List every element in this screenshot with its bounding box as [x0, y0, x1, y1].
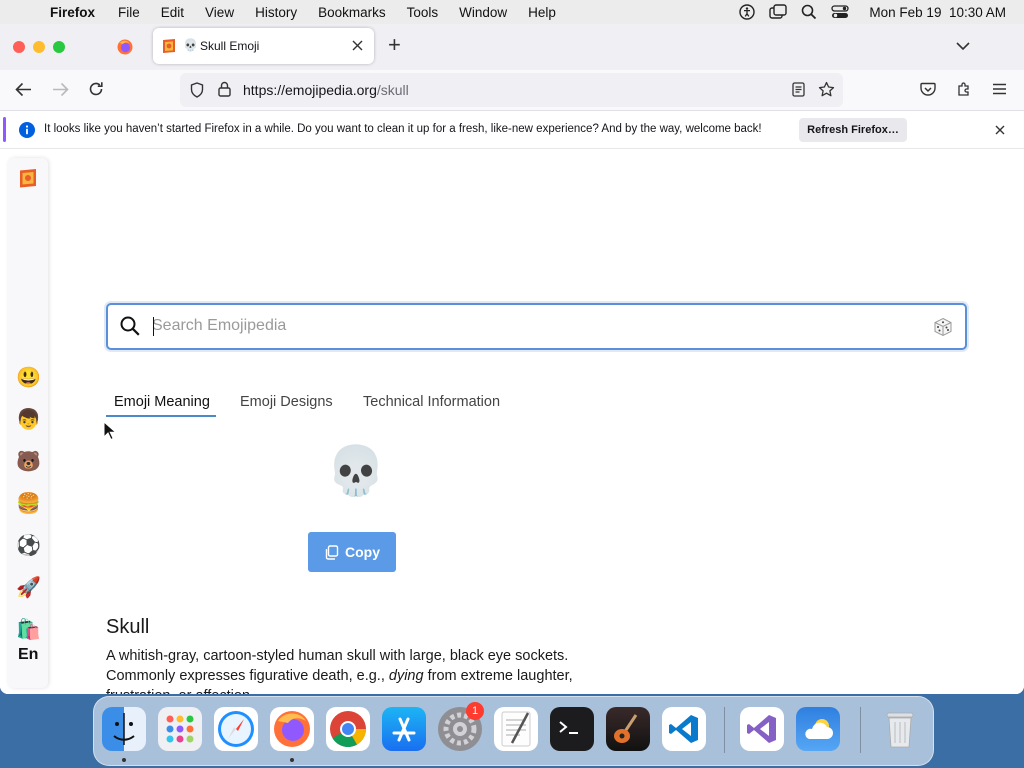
mouse-cursor-icon	[103, 421, 117, 441]
dock-separator-trash	[860, 707, 861, 753]
url-path: /skull	[376, 82, 409, 98]
close-tab-icon[interactable]	[352, 40, 363, 51]
emoji-title: Skull	[106, 616, 150, 638]
firefox-view-icon[interactable]	[117, 39, 133, 60]
close-notification-icon[interactable]	[995, 125, 1005, 135]
notification-bar: It looks like you haven’t started Firefo…	[0, 111, 1024, 149]
info-icon	[19, 122, 35, 138]
menu-help[interactable]: Help	[528, 5, 556, 20]
language-selector[interactable]: En	[18, 646, 38, 664]
search-input[interactable]	[152, 313, 912, 339]
copy-button-label: Copy	[345, 544, 380, 560]
visual-studio-icon[interactable]	[740, 707, 784, 751]
minimize-window-button[interactable]	[33, 41, 45, 53]
launchpad-icon[interactable]	[158, 707, 202, 751]
description-emphasis: dying	[388, 668, 424, 684]
dock: 1	[93, 696, 934, 766]
new-tab-button[interactable]: +	[388, 32, 401, 58]
vscode-icon[interactable]	[662, 707, 706, 751]
finder-running-indicator	[122, 758, 126, 762]
control-center-icon[interactable]	[831, 4, 850, 20]
menu-view[interactable]: View	[205, 5, 234, 20]
menu-bar: Firefox File Edit View History Bookmarks…	[0, 0, 1024, 24]
reload-icon[interactable]	[88, 81, 104, 97]
tab-skull-icon: 💀	[183, 38, 198, 52]
tab-strip: 💀 Skull Emoji +	[0, 24, 1024, 70]
settings-notification-badge: 1	[466, 702, 484, 720]
forward-arrow-icon[interactable]	[52, 82, 69, 97]
hamburger-menu-icon[interactable]	[992, 83, 1007, 95]
category-activities-icon[interactable]: ⚽	[16, 534, 41, 558]
text-caret	[153, 317, 154, 336]
terminal-icon[interactable]	[550, 707, 594, 751]
reader-view-icon[interactable]	[792, 82, 805, 97]
menu-app-firefox[interactable]: Firefox	[50, 5, 95, 20]
app-store-icon[interactable]	[382, 707, 426, 751]
category-smileys-icon[interactable]: 😃	[16, 366, 41, 390]
refresh-firefox-button[interactable]: Refresh Firefox…	[799, 118, 907, 142]
url-text[interactable]: https://emojipedia.org/skull	[243, 82, 409, 98]
tab-technical-information[interactable]: Technical Information	[363, 394, 500, 410]
active-tab-indicator	[106, 415, 216, 417]
search-icon	[120, 316, 140, 336]
random-dice-icon[interactable]	[933, 317, 953, 337]
instruments-icon[interactable]	[606, 707, 650, 751]
url-bar[interactable]: https://emojipedia.org/skull	[180, 73, 843, 107]
window-switcher-icon[interactable]	[769, 4, 788, 20]
category-food-icon[interactable]: 🍔	[16, 492, 41, 516]
chrome-icon[interactable]	[326, 707, 370, 751]
shield-icon[interactable]	[190, 82, 204, 98]
notification-text: It looks like you haven’t started Firefo…	[44, 123, 762, 135]
pocket-icon[interactable]	[920, 82, 936, 97]
search-box[interactable]	[106, 303, 967, 350]
clock[interactable]: Mon Feb 19 10:30 AM	[869, 5, 1006, 20]
tab-list-chevron-icon[interactable]	[956, 41, 970, 51]
category-animals-icon[interactable]: 🐻	[16, 450, 41, 474]
extensions-puzzle-icon[interactable]	[956, 81, 972, 97]
weather-icon[interactable]	[796, 707, 840, 751]
browser-window: 💀 Skull Emoji + https://emojipedia.org/s…	[0, 24, 1024, 694]
textedit-icon[interactable]	[494, 707, 538, 751]
firefox-running-indicator	[290, 758, 294, 762]
menu-history[interactable]: History	[255, 5, 297, 20]
menu-window[interactable]: Window	[459, 5, 507, 20]
menu-tools[interactable]: Tools	[407, 5, 439, 20]
safari-icon[interactable]	[214, 707, 258, 751]
emojipedia-logo-icon[interactable]	[19, 168, 37, 193]
copy-button[interactable]: Copy	[308, 532, 396, 572]
spotlight-search-icon[interactable]	[801, 4, 817, 20]
category-people-icon[interactable]: 👦	[16, 408, 41, 432]
zoom-window-button[interactable]	[53, 41, 65, 53]
url-host: https://emojipedia.org	[243, 82, 377, 98]
category-objects-icon[interactable]: 🛍️	[16, 618, 41, 642]
category-sidebar: 😃 👦 🐻 🍔 ⚽ 🚀 🛍️ En	[8, 158, 48, 688]
page-content: 😃 👦 🐻 🍔 ⚽ 🚀 🛍️ En Emoji Meaning Emoji De…	[0, 150, 1024, 694]
category-travel-icon[interactable]: 🚀	[16, 576, 41, 600]
tab-emoji-designs[interactable]: Emoji Designs	[240, 394, 333, 410]
dock-separator	[724, 707, 725, 753]
copy-icon	[325, 544, 339, 560]
emoji-description: A whitish-gray, cartoon-styled human sku…	[106, 646, 596, 694]
bookmark-star-icon[interactable]	[818, 81, 835, 98]
firefox-icon[interactable]	[270, 707, 314, 751]
emojipedia-favicon	[162, 38, 176, 59]
nav-toolbar: https://emojipedia.org/skull	[0, 70, 1024, 111]
accessibility-icon[interactable]	[739, 4, 756, 20]
menu-edit[interactable]: Edit	[161, 5, 184, 20]
close-window-button[interactable]	[13, 41, 25, 53]
finder-icon[interactable]	[102, 707, 146, 751]
menu-bookmarks[interactable]: Bookmarks	[318, 5, 386, 20]
lock-icon[interactable]	[218, 81, 231, 97]
trash-icon[interactable]	[878, 707, 922, 751]
emoji-display: 💀	[326, 445, 386, 498]
back-arrow-icon[interactable]	[15, 82, 32, 97]
menu-file[interactable]: File	[118, 5, 140, 20]
tab-title: Skull Emoji	[200, 39, 260, 53]
tab-skull-emoji[interactable]: 💀 Skull Emoji	[153, 28, 374, 64]
notification-accent	[3, 117, 6, 142]
tab-emoji-meaning[interactable]: Emoji Meaning	[114, 394, 210, 410]
